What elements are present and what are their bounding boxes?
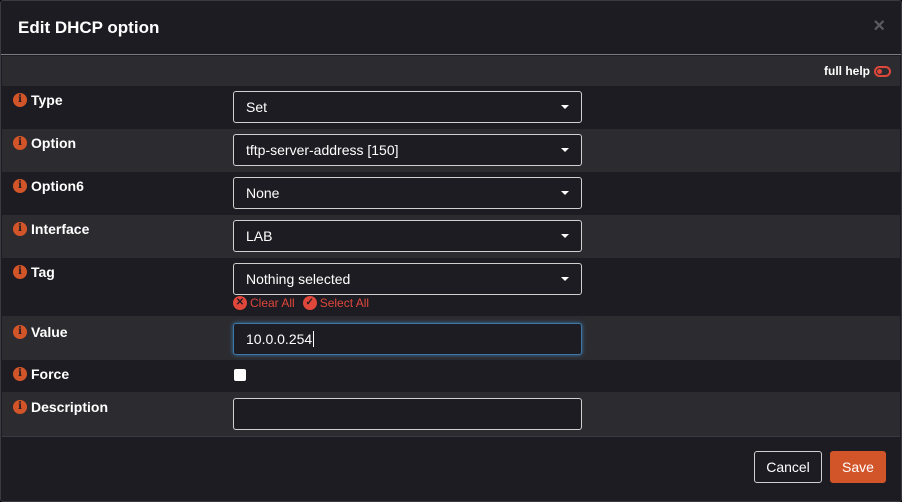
cancel-button[interactable]: Cancel bbox=[754, 451, 822, 483]
dialog-title: Edit DHCP option bbox=[18, 18, 160, 37]
row-value: i Value 10.0.0.254 bbox=[2, 316, 900, 360]
force-label: i Force bbox=[13, 366, 69, 382]
type-label-text: Type bbox=[31, 92, 63, 108]
info-icon[interactable]: i bbox=[13, 222, 27, 236]
info-icon[interactable]: i bbox=[13, 265, 27, 279]
option-select[interactable]: tftp-server-address [150] bbox=[233, 134, 582, 166]
caret-down-icon bbox=[561, 105, 569, 109]
row-description: i Description bbox=[2, 392, 900, 436]
interface-select[interactable]: LAB bbox=[233, 220, 582, 252]
interface-label: i Interface bbox=[13, 221, 89, 237]
option6-label: i Option6 bbox=[13, 178, 84, 194]
description-label-text: Description bbox=[31, 399, 109, 415]
row-option6: i Option6 None bbox=[2, 172, 900, 215]
type-select[interactable]: Set bbox=[233, 91, 582, 123]
interface-label-text: Interface bbox=[31, 221, 90, 237]
caret-down-icon bbox=[561, 277, 569, 281]
dialog-header: Edit DHCP option × bbox=[1, 1, 901, 55]
info-icon[interactable]: i bbox=[13, 325, 27, 339]
clear-all-label: Clear All bbox=[250, 296, 295, 310]
clear-all-link[interactable]: ✕ Clear All bbox=[233, 296, 295, 310]
info-icon[interactable]: i bbox=[13, 367, 27, 381]
help-bar: full help bbox=[2, 56, 900, 86]
info-icon[interactable]: i bbox=[13, 179, 27, 193]
description-input[interactable] bbox=[233, 398, 582, 430]
save-button[interactable]: Save bbox=[830, 451, 886, 483]
description-label: i Description bbox=[13, 399, 108, 415]
footer-divider bbox=[2, 436, 900, 437]
value-label-text: Value bbox=[31, 324, 68, 340]
tag-actions: ✕ Clear All ✓ Select All bbox=[233, 296, 369, 310]
option-label: i Option bbox=[13, 135, 76, 151]
info-icon[interactable]: i bbox=[13, 400, 27, 414]
tag-label-text: Tag bbox=[31, 264, 55, 280]
info-icon[interactable]: i bbox=[13, 93, 27, 107]
option-label-text: Option bbox=[31, 135, 77, 151]
row-type: i Type Set bbox=[2, 86, 900, 129]
caret-down-icon bbox=[561, 191, 569, 195]
select-all-link[interactable]: ✓ Select All bbox=[302, 296, 370, 310]
row-option: i Option tftp-server-address [150] bbox=[2, 129, 900, 172]
info-icon[interactable]: i bbox=[13, 136, 27, 150]
text-cursor bbox=[313, 331, 315, 347]
option6-label-text: Option6 bbox=[31, 178, 84, 194]
check-icon: ✓ bbox=[302, 296, 317, 310]
row-force: i Force bbox=[2, 360, 900, 392]
row-interface: i Interface LAB bbox=[2, 215, 900, 258]
full-help-label: full help bbox=[824, 64, 870, 78]
type-select-value: Set bbox=[246, 99, 268, 115]
close-icon[interactable]: × bbox=[873, 15, 885, 38]
value-input[interactable]: 10.0.0.254 bbox=[233, 323, 582, 355]
option6-select-value: None bbox=[246, 185, 280, 201]
edit-dhcp-option-dialog: Edit DHCP option × full help i Type Set … bbox=[0, 0, 902, 502]
caret-down-icon bbox=[561, 148, 569, 152]
toggle-off-icon bbox=[874, 65, 891, 77]
value-input-text: 10.0.0.254 bbox=[246, 331, 313, 347]
select-all-label: Select All bbox=[319, 296, 370, 310]
full-help-toggle[interactable]: full help bbox=[824, 64, 891, 78]
row-tag: i Tag Nothing selected ✕ Clear All ✓ Sel… bbox=[2, 258, 900, 316]
option-select-value: tftp-server-address [150] bbox=[246, 142, 399, 158]
force-label-text: Force bbox=[31, 366, 70, 382]
caret-down-icon bbox=[561, 234, 569, 238]
type-label: i Type bbox=[13, 92, 63, 108]
tag-select-value: Nothing selected bbox=[246, 271, 351, 287]
clear-icon: ✕ bbox=[233, 296, 247, 310]
tag-label: i Tag bbox=[13, 264, 55, 280]
force-checkbox[interactable] bbox=[234, 369, 246, 381]
value-label: i Value bbox=[13, 324, 68, 340]
tag-select[interactable]: Nothing selected bbox=[233, 263, 582, 295]
interface-select-value: LAB bbox=[246, 228, 273, 244]
option6-select[interactable]: None bbox=[233, 177, 582, 209]
